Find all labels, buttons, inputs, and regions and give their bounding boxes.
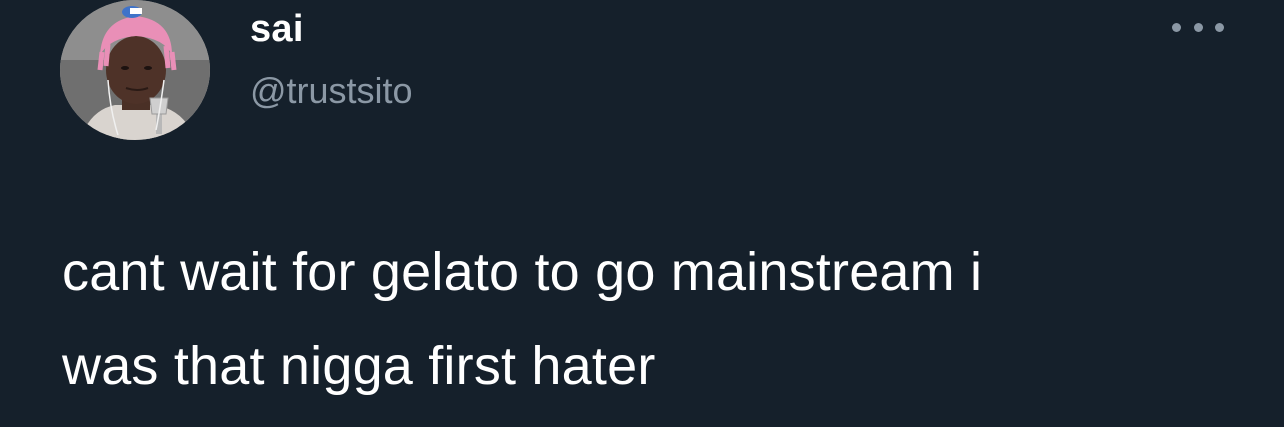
tweet-card: sai @trustsito cant wait for gelato to g… (0, 0, 1284, 427)
more-options-button[interactable] (1172, 14, 1224, 40)
avatar[interactable] (60, 0, 210, 140)
more-horizontal-icon (1215, 22, 1224, 32)
user-handle[interactable]: @trustsito (250, 66, 413, 116)
display-name[interactable]: sai (250, 4, 304, 54)
tweet-text: cant wait for gelato to go mainstream i … (62, 225, 1242, 413)
tweet-text-line-1: cant wait for gelato to go mainstream i (62, 242, 983, 302)
more-horizontal-icon (1193, 22, 1203, 32)
more-horizontal-icon (1172, 22, 1181, 32)
tweet-text-line-2: was that nigga first hater (62, 336, 656, 396)
avatar-image (60, 0, 210, 140)
